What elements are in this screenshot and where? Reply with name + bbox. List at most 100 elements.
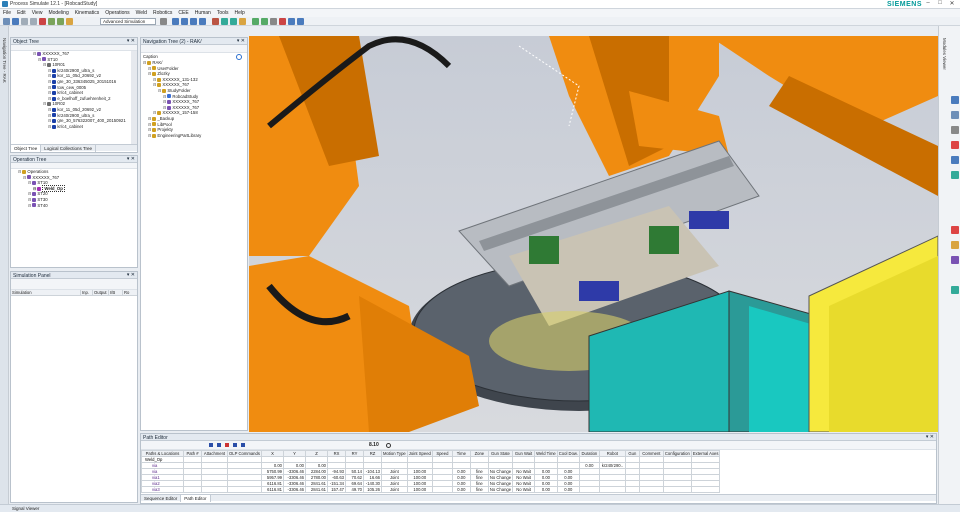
expand-icon[interactable]: ⊟ bbox=[148, 127, 151, 132]
menu-tools[interactable]: Tools bbox=[214, 9, 232, 17]
object-tree-list[interactable]: ⊟ XXXXXX_767 ⊟ ST10 ⊟ 10R01 ⊟ kr240r2900_ultra_… bbox=[11, 51, 137, 144]
navigation-tree-tab[interactable]: Navigation Tree - RAK bbox=[2, 38, 7, 83]
play-back-icon[interactable] bbox=[217, 443, 221, 447]
menu-view[interactable]: View bbox=[29, 9, 46, 17]
menu-help[interactable]: Help bbox=[232, 9, 248, 17]
expand-icon[interactable]: ⊟ bbox=[148, 71, 151, 76]
table-cell[interactable]: No Change bbox=[487, 480, 514, 487]
table-cell[interactable]: -140.30 bbox=[363, 480, 382, 487]
expand-icon[interactable]: ⊟ bbox=[153, 82, 156, 87]
col-input[interactable]: Inp. bbox=[81, 290, 93, 295]
tab-logical-collections[interactable]: Logical Collections Tree bbox=[41, 145, 97, 152]
expand-icon[interactable]: ⊟ bbox=[18, 169, 21, 174]
color-icon[interactable] bbox=[951, 141, 959, 149]
close-button[interactable]: ✕ bbox=[946, 0, 958, 8]
menu-kinematics[interactable]: Kinematics bbox=[72, 9, 102, 17]
measure-icon[interactable] bbox=[951, 241, 959, 249]
play-icon[interactable] bbox=[288, 18, 295, 25]
expand-icon[interactable]: ⊟ bbox=[28, 180, 31, 185]
expand-icon[interactable]: ⊟ bbox=[28, 203, 31, 208]
table-cell[interactable]: -104.13 bbox=[363, 468, 382, 475]
close-icon[interactable]: ▾ ✕ bbox=[926, 434, 934, 440]
dropdown-arrow-icon[interactable] bbox=[160, 18, 167, 25]
zoom-fit-icon[interactable] bbox=[951, 111, 959, 119]
column-header[interactable]: Gun Wait bbox=[512, 450, 536, 457]
expand-icon[interactable]: ⊟ bbox=[48, 96, 51, 101]
expand-icon[interactable]: ⊟ bbox=[148, 116, 151, 121]
column-header[interactable]: Paths & Locations bbox=[141, 450, 184, 457]
maximize-button[interactable]: □ bbox=[934, 0, 946, 8]
expand-icon[interactable]: ⊟ bbox=[28, 191, 31, 196]
expand-icon[interactable]: ⊟ bbox=[23, 175, 26, 180]
menu-modeling[interactable]: Modeling bbox=[45, 9, 71, 17]
column-header[interactable]: Duration bbox=[578, 450, 600, 457]
navigation-tree-list[interactable]: ⊟ RAK/⊟ UserFolder ⊟ Zlozky ⊟ XXXXXX_131-132 ⊟ X… bbox=[141, 60, 247, 360]
expand-icon[interactable]: ⊟ bbox=[148, 122, 151, 127]
collision-icon[interactable] bbox=[951, 226, 959, 234]
tree-item[interactable]: ⊟ kr/c4_cabinet bbox=[11, 124, 131, 130]
table-cell[interactable]: -151.34 bbox=[327, 480, 346, 487]
expand-icon[interactable]: ⊟ bbox=[43, 62, 46, 67]
expand-icon[interactable]: ⊟ bbox=[38, 57, 41, 62]
step-icon[interactable] bbox=[297, 18, 304, 25]
column-header[interactable]: Path # bbox=[183, 450, 202, 457]
table-cell[interactable]: 105.26 bbox=[363, 486, 382, 493]
section-icon[interactable] bbox=[951, 126, 959, 134]
operation-tree-list[interactable]: ⊟ Operations ⊟ XXXXXX_767 ⊟ ST10 ⊟ Weld_Op ⊟ ST20… bbox=[11, 169, 137, 265]
save-icon[interactable] bbox=[12, 18, 19, 25]
column-header[interactable]: Gun State bbox=[487, 450, 514, 457]
col-ib[interactable]: I/B bbox=[109, 290, 123, 295]
render-icon[interactable] bbox=[951, 156, 959, 164]
col-simulation[interactable]: Simulation bbox=[11, 290, 81, 295]
table-cell[interactable]: -3306.46 bbox=[283, 474, 306, 481]
3d-scene[interactable] bbox=[249, 36, 938, 432]
menu-file[interactable]: File bbox=[0, 9, 14, 17]
redo-icon[interactable] bbox=[57, 18, 64, 25]
teach-icon[interactable] bbox=[261, 18, 268, 25]
expand-icon[interactable]: ⊟ bbox=[48, 107, 51, 112]
expand-icon[interactable]: ⊟ bbox=[48, 90, 51, 95]
tab-sequence-editor[interactable]: Sequence Editor bbox=[141, 495, 182, 502]
table-cell[interactable]: -3306.46 bbox=[283, 480, 306, 487]
table-cell[interactable]: -3306.46 bbox=[283, 486, 306, 493]
table-cell[interactable] bbox=[662, 486, 692, 493]
expand-icon[interactable]: ⊟ bbox=[153, 110, 156, 115]
table-cell[interactable] bbox=[638, 486, 664, 493]
table-cell[interactable]: 0.00 bbox=[534, 486, 558, 493]
cut-icon[interactable] bbox=[21, 18, 28, 25]
undo-icon[interactable] bbox=[48, 18, 55, 25]
column-header[interactable]: Motion Type bbox=[381, 450, 408, 457]
expand-icon[interactable]: ⊟ bbox=[48, 118, 51, 123]
menu-edit[interactable]: Edit bbox=[14, 9, 29, 17]
expand-icon[interactable]: ⊟ bbox=[28, 197, 31, 202]
table-cell[interactable]: 0.00 bbox=[451, 486, 471, 493]
play-icon[interactable] bbox=[233, 443, 237, 447]
table-cell[interactable]: fine bbox=[469, 486, 489, 493]
close-icon[interactable]: ▾ ✕ bbox=[127, 156, 135, 162]
frame-icon[interactable] bbox=[951, 256, 959, 264]
tree-item[interactable]: ⊟ ST40 bbox=[11, 203, 137, 209]
expand-icon[interactable]: ⊟ bbox=[48, 113, 51, 118]
select-icon[interactable] bbox=[212, 18, 219, 25]
tab-path-editor[interactable]: Path Editor bbox=[181, 495, 211, 502]
view-cube-icon[interactable] bbox=[951, 96, 959, 104]
measure-icon[interactable] bbox=[239, 18, 246, 25]
table-cell[interactable]: 49.70 bbox=[345, 486, 364, 493]
table-cell[interactable]: 157.47 bbox=[327, 486, 346, 493]
column-header[interactable]: Weld Time bbox=[534, 450, 558, 457]
path-editor-grid[interactable]: Paths & Locations Path # Attachment OLP Com… bbox=[141, 450, 936, 494]
table-cell[interactable] bbox=[227, 486, 262, 493]
expand-icon[interactable]: ⊟ bbox=[48, 79, 51, 84]
table-cell[interactable]: No Change bbox=[487, 468, 514, 475]
copy-icon[interactable] bbox=[30, 18, 37, 25]
placement-icon[interactable] bbox=[221, 18, 228, 25]
table-row[interactable]: via3 6116.81 -3306.46 2841.61 157.47 49.70 105… bbox=[141, 486, 721, 493]
fit-view-icon[interactable] bbox=[172, 18, 179, 25]
expand-icon[interactable]: ⊟ bbox=[163, 99, 166, 104]
close-icon[interactable]: ▾ ✕ bbox=[237, 38, 245, 44]
column-header[interactable]: External Axes bbox=[690, 450, 721, 457]
table-cell[interactable] bbox=[183, 486, 202, 493]
options-icon[interactable] bbox=[66, 18, 73, 25]
table-cell[interactable]: No Wait bbox=[512, 486, 536, 493]
menu-robotics[interactable]: Robotics bbox=[150, 9, 175, 17]
